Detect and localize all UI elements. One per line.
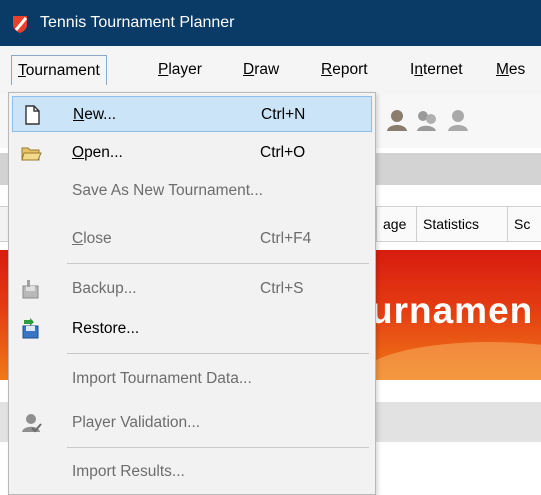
menu-report[interactable]: Report — [315, 55, 374, 85]
menu-draw[interactable]: Draw — [237, 55, 285, 85]
shortcut-label: Ctrl+S — [260, 280, 304, 297]
menu-item-label: Import Results... — [72, 463, 185, 480]
menu-internet[interactable]: Internet — [404, 55, 469, 85]
banner-title: urnamen — [370, 290, 534, 331]
menu-tournament[interactable]: Tournament — [11, 55, 107, 85]
player-icon[interactable] — [384, 107, 410, 133]
open-folder-icon — [21, 147, 42, 161]
menu-item-new[interactable]: New... Ctrl+N — [12, 96, 372, 132]
player-link-icon[interactable] — [414, 107, 440, 133]
menu-item-label: Close — [72, 230, 112, 247]
menu-item-restore[interactable]: Restore... — [12, 311, 372, 347]
player-group-icon[interactable] — [445, 107, 471, 133]
menu-item-save-as-new-tournament[interactable]: Save As New Tournament... — [12, 173, 372, 209]
menu-item-label: Player Validation... — [72, 414, 201, 431]
tab-page[interactable]: age — [376, 207, 416, 241]
backup-icon — [22, 280, 39, 299]
tournament-menu-dropdown: New... Ctrl+N Open... Ctrl+O Save As New… — [8, 92, 376, 495]
tab-statistics[interactable]: Statistics — [416, 207, 507, 241]
menu-item-import-results[interactable]: Import Results... — [12, 454, 372, 490]
menu-separator — [67, 263, 369, 264]
menu-item-label: Save As New Tournament... — [72, 182, 263, 199]
menu-separator — [67, 353, 369, 354]
menu-bar: Tournament Player Draw Report Internet M… — [0, 46, 541, 95]
menu-item-label: Backup... — [72, 280, 137, 297]
app-logo-icon — [13, 16, 28, 33]
menu-item-label: New... — [73, 106, 117, 123]
menu-separator — [67, 447, 369, 448]
menu-item-backup[interactable]: Backup... Ctrl+S — [12, 271, 372, 307]
new-document-icon — [25, 105, 40, 125]
tab-schedule[interactable]: Sc — [507, 207, 541, 241]
menu-player[interactable]: Player — [152, 55, 208, 85]
menu-item-player-validation[interactable]: Player Validation... — [12, 405, 372, 441]
menu-item-label: Import Tournament Data... — [72, 370, 252, 387]
restore-icon — [22, 318, 39, 339]
menu-item-open[interactable]: Open... Ctrl+O — [12, 135, 372, 171]
menu-item-close[interactable]: Close Ctrl+F4 — [12, 221, 372, 257]
shortcut-label: Ctrl+O — [260, 144, 306, 161]
menu-item-label: Open... — [72, 144, 123, 161]
shortcut-label: Ctrl+N — [261, 106, 306, 123]
player-validation-icon — [22, 414, 42, 433]
menu-item-label: Restore... — [72, 320, 140, 337]
banner-swoosh — [360, 342, 541, 380]
shortcut-label: Ctrl+F4 — [260, 230, 312, 247]
window-title: Tennis Tournament Planner — [40, 14, 235, 31]
title-bar: Tennis Tournament Planner — [0, 0, 541, 46]
menu-item-import-tournament-data[interactable]: Import Tournament Data... — [12, 361, 372, 397]
menu-messages[interactable]: Mes — [490, 55, 531, 85]
